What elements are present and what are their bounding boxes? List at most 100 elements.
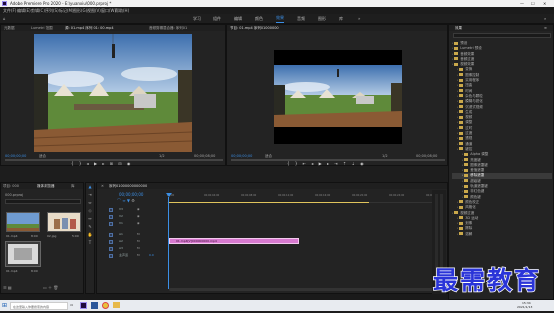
expand-arrow-icon[interactable]: › [462, 179, 463, 183]
menu-help[interactable]: 帮助(H) [115, 7, 129, 14]
mute-icon[interactable]: M [137, 239, 140, 243]
step-back-icon[interactable]: ◂ [87, 161, 91, 166]
list-view-icon[interactable]: ☰ [3, 285, 7, 290]
clip-thumbnail-selected[interactable] [5, 241, 41, 267]
trash-icon[interactable]: 🗑 [53, 285, 58, 290]
minimize-button[interactable]: — [520, 0, 524, 7]
track-select-tool-icon[interactable]: ⇥ [86, 191, 94, 199]
expand-arrow-icon[interactable]: › [457, 126, 458, 130]
step-forward-icon[interactable]: ▸ [102, 161, 106, 166]
expand-arrow-icon[interactable]: › [457, 216, 458, 220]
menu-file[interactable]: 文件(F) [3, 7, 16, 14]
clip-thumbnail[interactable] [6, 212, 40, 232]
expand-arrow-icon[interactable]: › [457, 226, 458, 230]
tab-sequence[interactable]: 序列01000000000000 [109, 183, 147, 189]
source-resolution-dropdown[interactable]: 1/2 [159, 154, 165, 158]
expand-arrow-icon[interactable]: › [462, 184, 463, 188]
track-header[interactable]: A2 M [109, 239, 165, 245]
mark-in-icon[interactable]: { [71, 161, 76, 166]
pen-tool-icon[interactable]: ✎ [86, 223, 94, 231]
menu-edit[interactable]: 编辑(E) [17, 7, 31, 14]
expand-arrow-icon[interactable]: › [457, 221, 458, 225]
eye-icon[interactable]: ◉ [137, 221, 140, 225]
ripple-edit-tool-icon[interactable]: ⇔ [86, 199, 94, 207]
eye-icon[interactable]: ◉ [137, 214, 140, 218]
add-marker-icon[interactable]: ▼ [127, 198, 130, 203]
snap-icon[interactable]: ⌒ [117, 198, 121, 203]
linked-selection-icon[interactable]: ∞ [122, 198, 125, 203]
workspace-learning[interactable]: 学习 [193, 14, 201, 24]
work-area-bar[interactable] [169, 202, 369, 203]
program-step-forward-icon[interactable]: ▸ [327, 161, 331, 166]
type-tool-icon[interactable]: T [86, 239, 94, 247]
workspace-effects[interactable]: 效果 [276, 14, 284, 23]
play-icon[interactable]: ▶ [94, 161, 99, 166]
tab-project[interactable]: 项目: 000 [3, 183, 19, 189]
expand-arrow-icon[interactable]: › [452, 62, 453, 66]
expand-arrow-icon[interactable]: › [457, 115, 458, 119]
playhead-indicator[interactable] [166, 193, 172, 197]
track-target-toggle[interactable] [109, 254, 113, 258]
workspace-editing[interactable]: 编辑 [234, 14, 242, 24]
lift-icon[interactable]: ⇡ [343, 161, 348, 166]
menu-sequence[interactable]: 序列(S) [45, 7, 59, 14]
premiere-taskbar-icon[interactable] [80, 302, 87, 309]
expand-arrow-icon[interactable]: › [452, 57, 453, 61]
slip-tool-icon[interactable]: ↔ [86, 215, 94, 223]
menu-marker[interactable]: 标记(M) [59, 7, 74, 14]
tab-lumetri-scopes[interactable]: Lumetri 范围 [31, 25, 53, 31]
track-target-toggle[interactable] [109, 222, 113, 226]
track-target-toggle[interactable] [109, 215, 113, 219]
mute-icon[interactable]: M [137, 253, 140, 257]
menu-window[interactable]: 窗口(W) [101, 7, 116, 14]
track-header[interactable]: A1 M [109, 232, 165, 238]
tab-libraries[interactable]: 库 [71, 183, 75, 189]
track-target-toggle[interactable] [109, 240, 113, 244]
track-target-toggle[interactable] [109, 208, 113, 212]
expand-arrow-icon[interactable]: › [457, 200, 458, 204]
video-clip[interactable]: 01.mp4[V]000000000.mp4 [169, 238, 299, 244]
program-step-back-icon[interactable]: ◂ [311, 161, 315, 166]
icon-view-icon[interactable]: ▦ [8, 285, 12, 290]
workspace-graphics[interactable]: 图形 [318, 14, 326, 24]
effects-search-input[interactable] [453, 33, 551, 38]
new-item-icon[interactable]: ＋ [48, 285, 52, 290]
track-header[interactable]: V1 ◉ [109, 221, 165, 227]
mute-icon[interactable]: M [137, 232, 140, 236]
expand-arrow-icon[interactable]: › [462, 158, 463, 162]
program-play-icon[interactable]: ▶ [319, 161, 324, 166]
project-search-input[interactable] [5, 199, 81, 204]
selection-tool-icon[interactable]: ▲ [86, 183, 94, 191]
expand-arrow-icon[interactable]: › [462, 173, 463, 177]
workspace-color[interactable]: 颜色 [255, 14, 263, 24]
expand-arrow-icon[interactable]: › [457, 147, 458, 151]
close-sequence-icon[interactable]: ✕ [101, 183, 104, 189]
search-icon[interactable]: ⌕ [544, 14, 546, 24]
mute-icon[interactable]: M [137, 246, 140, 250]
expand-arrow-icon[interactable]: › [457, 105, 458, 109]
program-mark-out-icon[interactable]: } [295, 161, 300, 166]
export-frame-icon[interactable]: ◉ [127, 161, 133, 166]
tab-source[interactable]: 源: 01.mp4 序列 01: 00.mp4 [65, 25, 114, 31]
expand-arrow-icon[interactable]: › [462, 168, 463, 172]
program-mark-in-icon[interactable]: { [287, 161, 292, 166]
tab-effects[interactable]: 效果 [455, 25, 462, 31]
expand-arrow-icon[interactable]: › [457, 232, 458, 236]
task-view-icon[interactable]: ▭ [70, 300, 73, 311]
new-bin-icon[interactable]: ▭ [43, 285, 47, 290]
expand-arrow-icon[interactable]: › [457, 205, 458, 209]
expand-arrow-icon[interactable]: › [462, 163, 463, 167]
tab-audio-clip-mixer[interactable]: 音频剪辑混合器: 序列01 [149, 25, 187, 31]
source-timecode-in[interactable]: 00;00;00;00 [5, 154, 26, 158]
start-icon[interactable]: ⊞ [2, 300, 7, 311]
expand-arrow-icon[interactable]: › [457, 78, 458, 82]
expand-arrow-icon[interactable]: › [457, 89, 458, 93]
effects-tree-item[interactable]: › 溶解 [452, 232, 552, 237]
workspace-libraries[interactable]: 库 [339, 14, 343, 24]
track-header[interactable]: V2 ◉ [109, 214, 165, 220]
expand-arrow-icon[interactable]: › [457, 136, 458, 140]
expand-arrow-icon[interactable]: › [462, 189, 463, 193]
razor-tool-icon[interactable]: ◇ [86, 207, 94, 215]
clip-thumbnail[interactable] [47, 212, 81, 232]
extract-icon[interactable]: ⇣ [352, 161, 357, 166]
